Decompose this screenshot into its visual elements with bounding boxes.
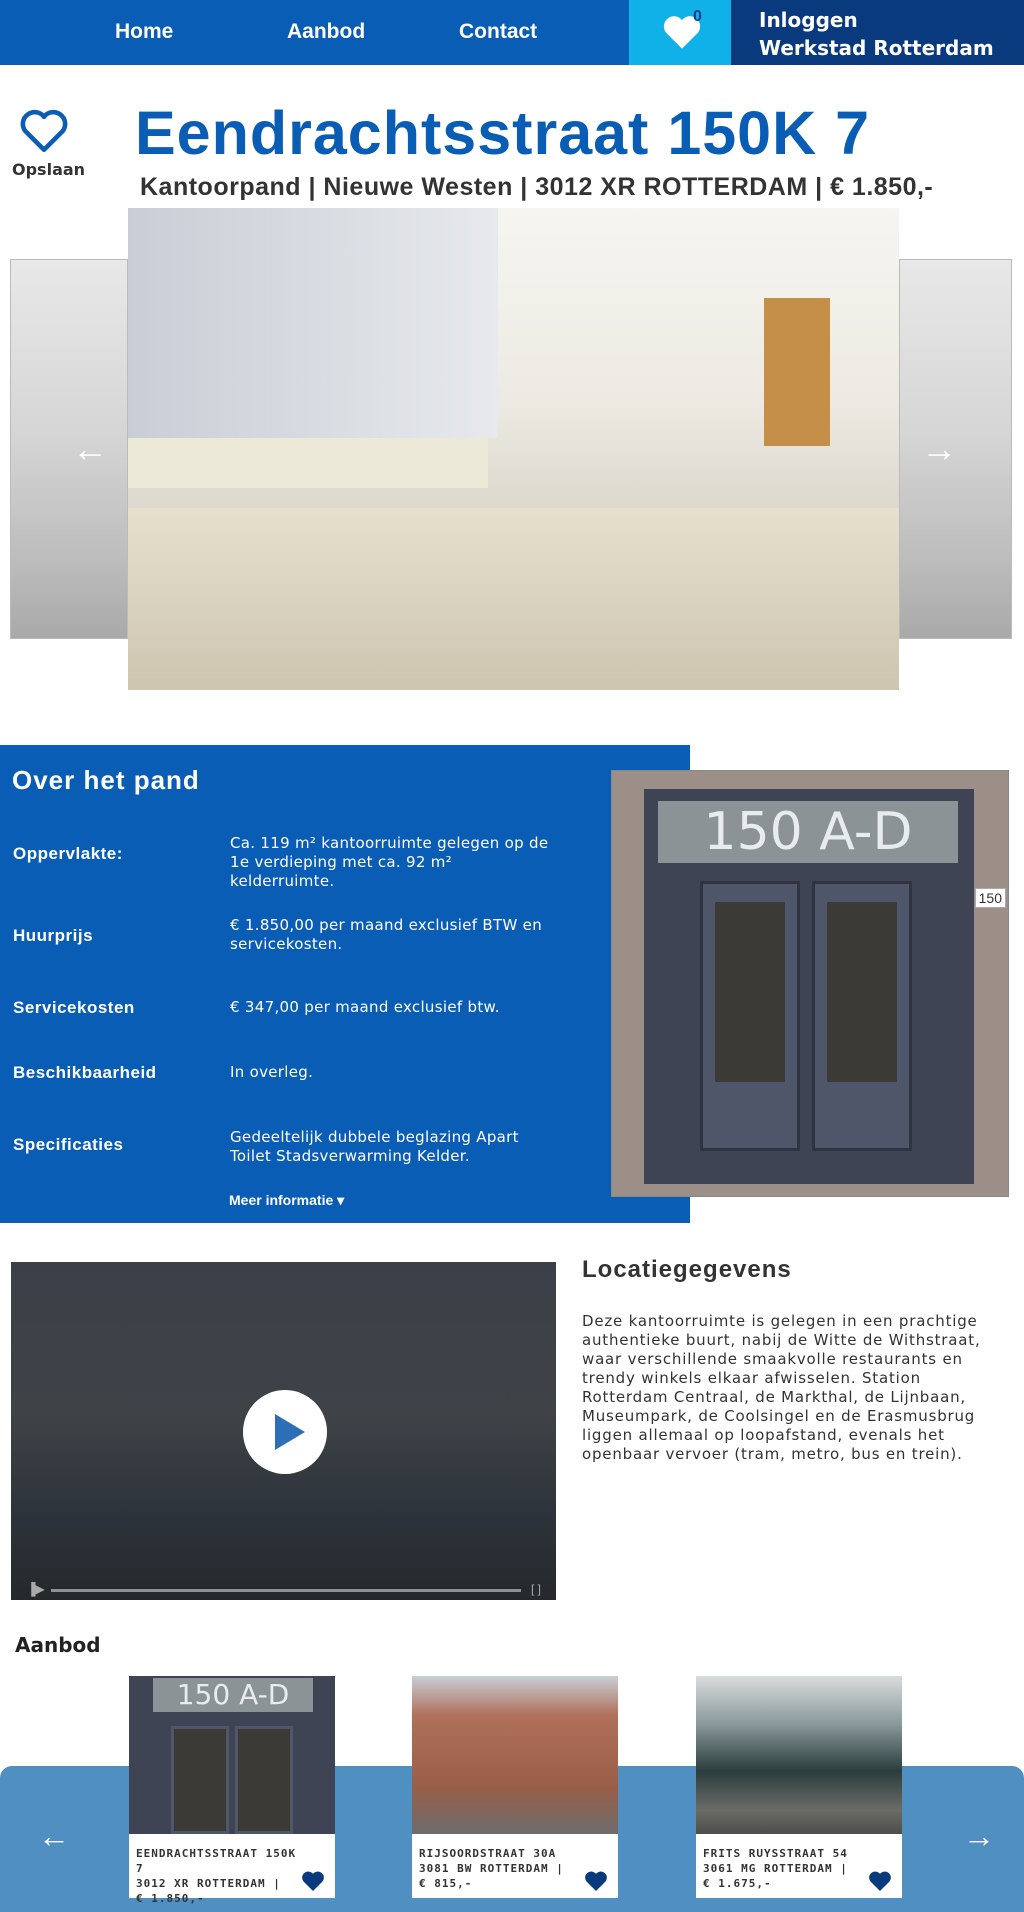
heart-icon[interactable] xyxy=(301,1870,325,1892)
listing-card[interactable]: 150 A-D EENDRACHTSSTRAAT 150K 7 3012 XR … xyxy=(129,1676,335,1905)
arrow-left-icon[interactable]: ← xyxy=(72,428,108,470)
listing-street: FRITS RUYSSTRAAT 54 xyxy=(703,1847,848,1860)
save-label: Opslaan xyxy=(12,160,86,179)
listing-street: RIJSOORDSTRAAT 30A xyxy=(419,1847,557,1860)
listing-price: € 1.675,- xyxy=(703,1877,772,1890)
door-sign: 150 A-D xyxy=(153,1678,313,1712)
play-pause-icon[interactable]: ▐▶ xyxy=(27,1582,45,1596)
door-right xyxy=(235,1726,293,1834)
arrow-left-icon[interactable]: ← xyxy=(38,1818,70,1855)
listing-price: € 815,- xyxy=(419,1877,473,1890)
listing-street: EENDRACHTSSTRAAT 150K 7 xyxy=(136,1847,297,1875)
window-area xyxy=(128,208,498,438)
spec-value: Ca. 119 m² kantoorruimte gelegen op de 1… xyxy=(230,834,549,890)
play-button[interactable] xyxy=(243,1390,327,1474)
more-info-toggle[interactable]: Meer informatie ▾ xyxy=(229,1192,344,1209)
listing-image: 150 A-D xyxy=(129,1676,335,1834)
listing-price: € 1.850,- xyxy=(136,1892,205,1905)
spec-value: In overleg. xyxy=(230,1063,314,1081)
door-right xyxy=(812,881,912,1151)
video-progress-bar[interactable] xyxy=(51,1589,521,1592)
listing-card[interactable]: FRITS RUYSSTRAAT 54 3061 MG ROTTERDAM | … xyxy=(696,1676,902,1898)
spec-label: Beschikbaarheid xyxy=(13,1063,157,1082)
login-label[interactable]: Inloggen xyxy=(759,8,858,32)
listing-city: 3061 MG ROTTERDAM | xyxy=(703,1862,848,1875)
carousel-main-image xyxy=(128,208,899,690)
listing-city: 3081 BW ROTTERDAM | xyxy=(419,1862,564,1875)
page: Home Aanbod Contact 0 Inloggen Werkstad … xyxy=(0,0,1024,1912)
login-panel[interactable]: Inloggen Werkstad Rotterdam xyxy=(731,0,1024,65)
door-glass xyxy=(715,902,785,1082)
account-name: Werkstad Rotterdam xyxy=(759,36,994,60)
listing-text: FRITS RUYSSTRAAT 54 3061 MG ROTTERDAM | … xyxy=(703,1846,873,1891)
window-sill xyxy=(128,438,488,488)
listing-image xyxy=(412,1676,618,1834)
house-number: 150 xyxy=(974,888,1006,908)
door-left xyxy=(700,881,800,1151)
top-navigation: Home Aanbod Contact 0 Inloggen Werkstad … xyxy=(0,0,1024,65)
arrow-right-icon[interactable]: → xyxy=(963,1818,995,1855)
spec-value: Gedeeltelijk dubbele beglazing Apart Toi… xyxy=(230,1128,519,1165)
location-title: Locatiegegevens xyxy=(582,1256,792,1283)
listing-text: EENDRACHTSSTRAAT 150K 7 3012 XR ROTTERDA… xyxy=(136,1846,306,1906)
property-subtitle: Kantoorpand | Nieuwe Westen | 3012 XR RO… xyxy=(140,173,934,201)
arrow-right-icon[interactable]: → xyxy=(921,428,957,470)
about-panel: Over het pand Oppervlakte: Ca. 119 m² ka… xyxy=(0,745,690,1223)
carousel-prev-slide xyxy=(10,259,128,639)
location-description: Deze kantoorruimte is gelegen in een pra… xyxy=(582,1312,981,1463)
about-title: Over het pand xyxy=(12,765,200,795)
building-entrance-photo: 150 A-D 150 xyxy=(611,770,1009,1197)
listing-card[interactable]: RIJSOORDSTRAAT 30A 3081 BW ROTTERDAM | €… xyxy=(412,1676,618,1898)
listing-text: RIJSOORDSTRAAT 30A 3081 BW ROTTERDAM | €… xyxy=(419,1846,589,1891)
nav-aanbod-link[interactable]: Aanbod xyxy=(287,20,365,44)
spec-label: Oppervlakte: xyxy=(13,844,123,863)
video-player[interactable]: ▐▶ [ ] xyxy=(11,1262,556,1600)
favorites-button[interactable]: 0 xyxy=(629,0,731,65)
nav-contact-link[interactable]: Contact xyxy=(459,20,537,44)
door-left xyxy=(171,1726,229,1834)
heart-outline-icon xyxy=(20,109,68,153)
spec-value: € 1.850,00 per maand exclusief BTW en se… xyxy=(230,916,543,953)
favorites-count: 0 xyxy=(693,8,702,25)
spec-label: Servicekosten xyxy=(13,998,135,1017)
heart-icon[interactable] xyxy=(584,1870,608,1892)
more-info-label[interactable]: Meer informatie xyxy=(229,1192,333,1208)
heart-icon[interactable] xyxy=(868,1870,892,1892)
page-title: Eendrachtsstraat 150K 7 xyxy=(135,99,871,167)
door-glass xyxy=(827,902,897,1082)
floor-area xyxy=(128,508,899,690)
aanbod-title: Aanbod xyxy=(15,1633,101,1657)
listing-city: 3012 XR ROTTERDAM | xyxy=(136,1877,281,1890)
listing-image xyxy=(696,1676,902,1834)
fullscreen-icon[interactable]: [ ] xyxy=(531,1582,541,1596)
play-icon xyxy=(275,1414,305,1450)
door-sign: 150 A-D xyxy=(658,801,958,863)
open-doorway xyxy=(764,298,830,446)
spec-value: € 347,00 per maand exclusief btw. xyxy=(230,998,500,1016)
nav-home-link[interactable]: Home xyxy=(115,20,173,44)
spec-label: Huurprijs xyxy=(13,926,94,945)
spec-label: Specificaties xyxy=(13,1135,124,1154)
caret-down-icon: ▾ xyxy=(337,1192,345,1208)
save-button[interactable]: Opslaan xyxy=(12,108,86,184)
